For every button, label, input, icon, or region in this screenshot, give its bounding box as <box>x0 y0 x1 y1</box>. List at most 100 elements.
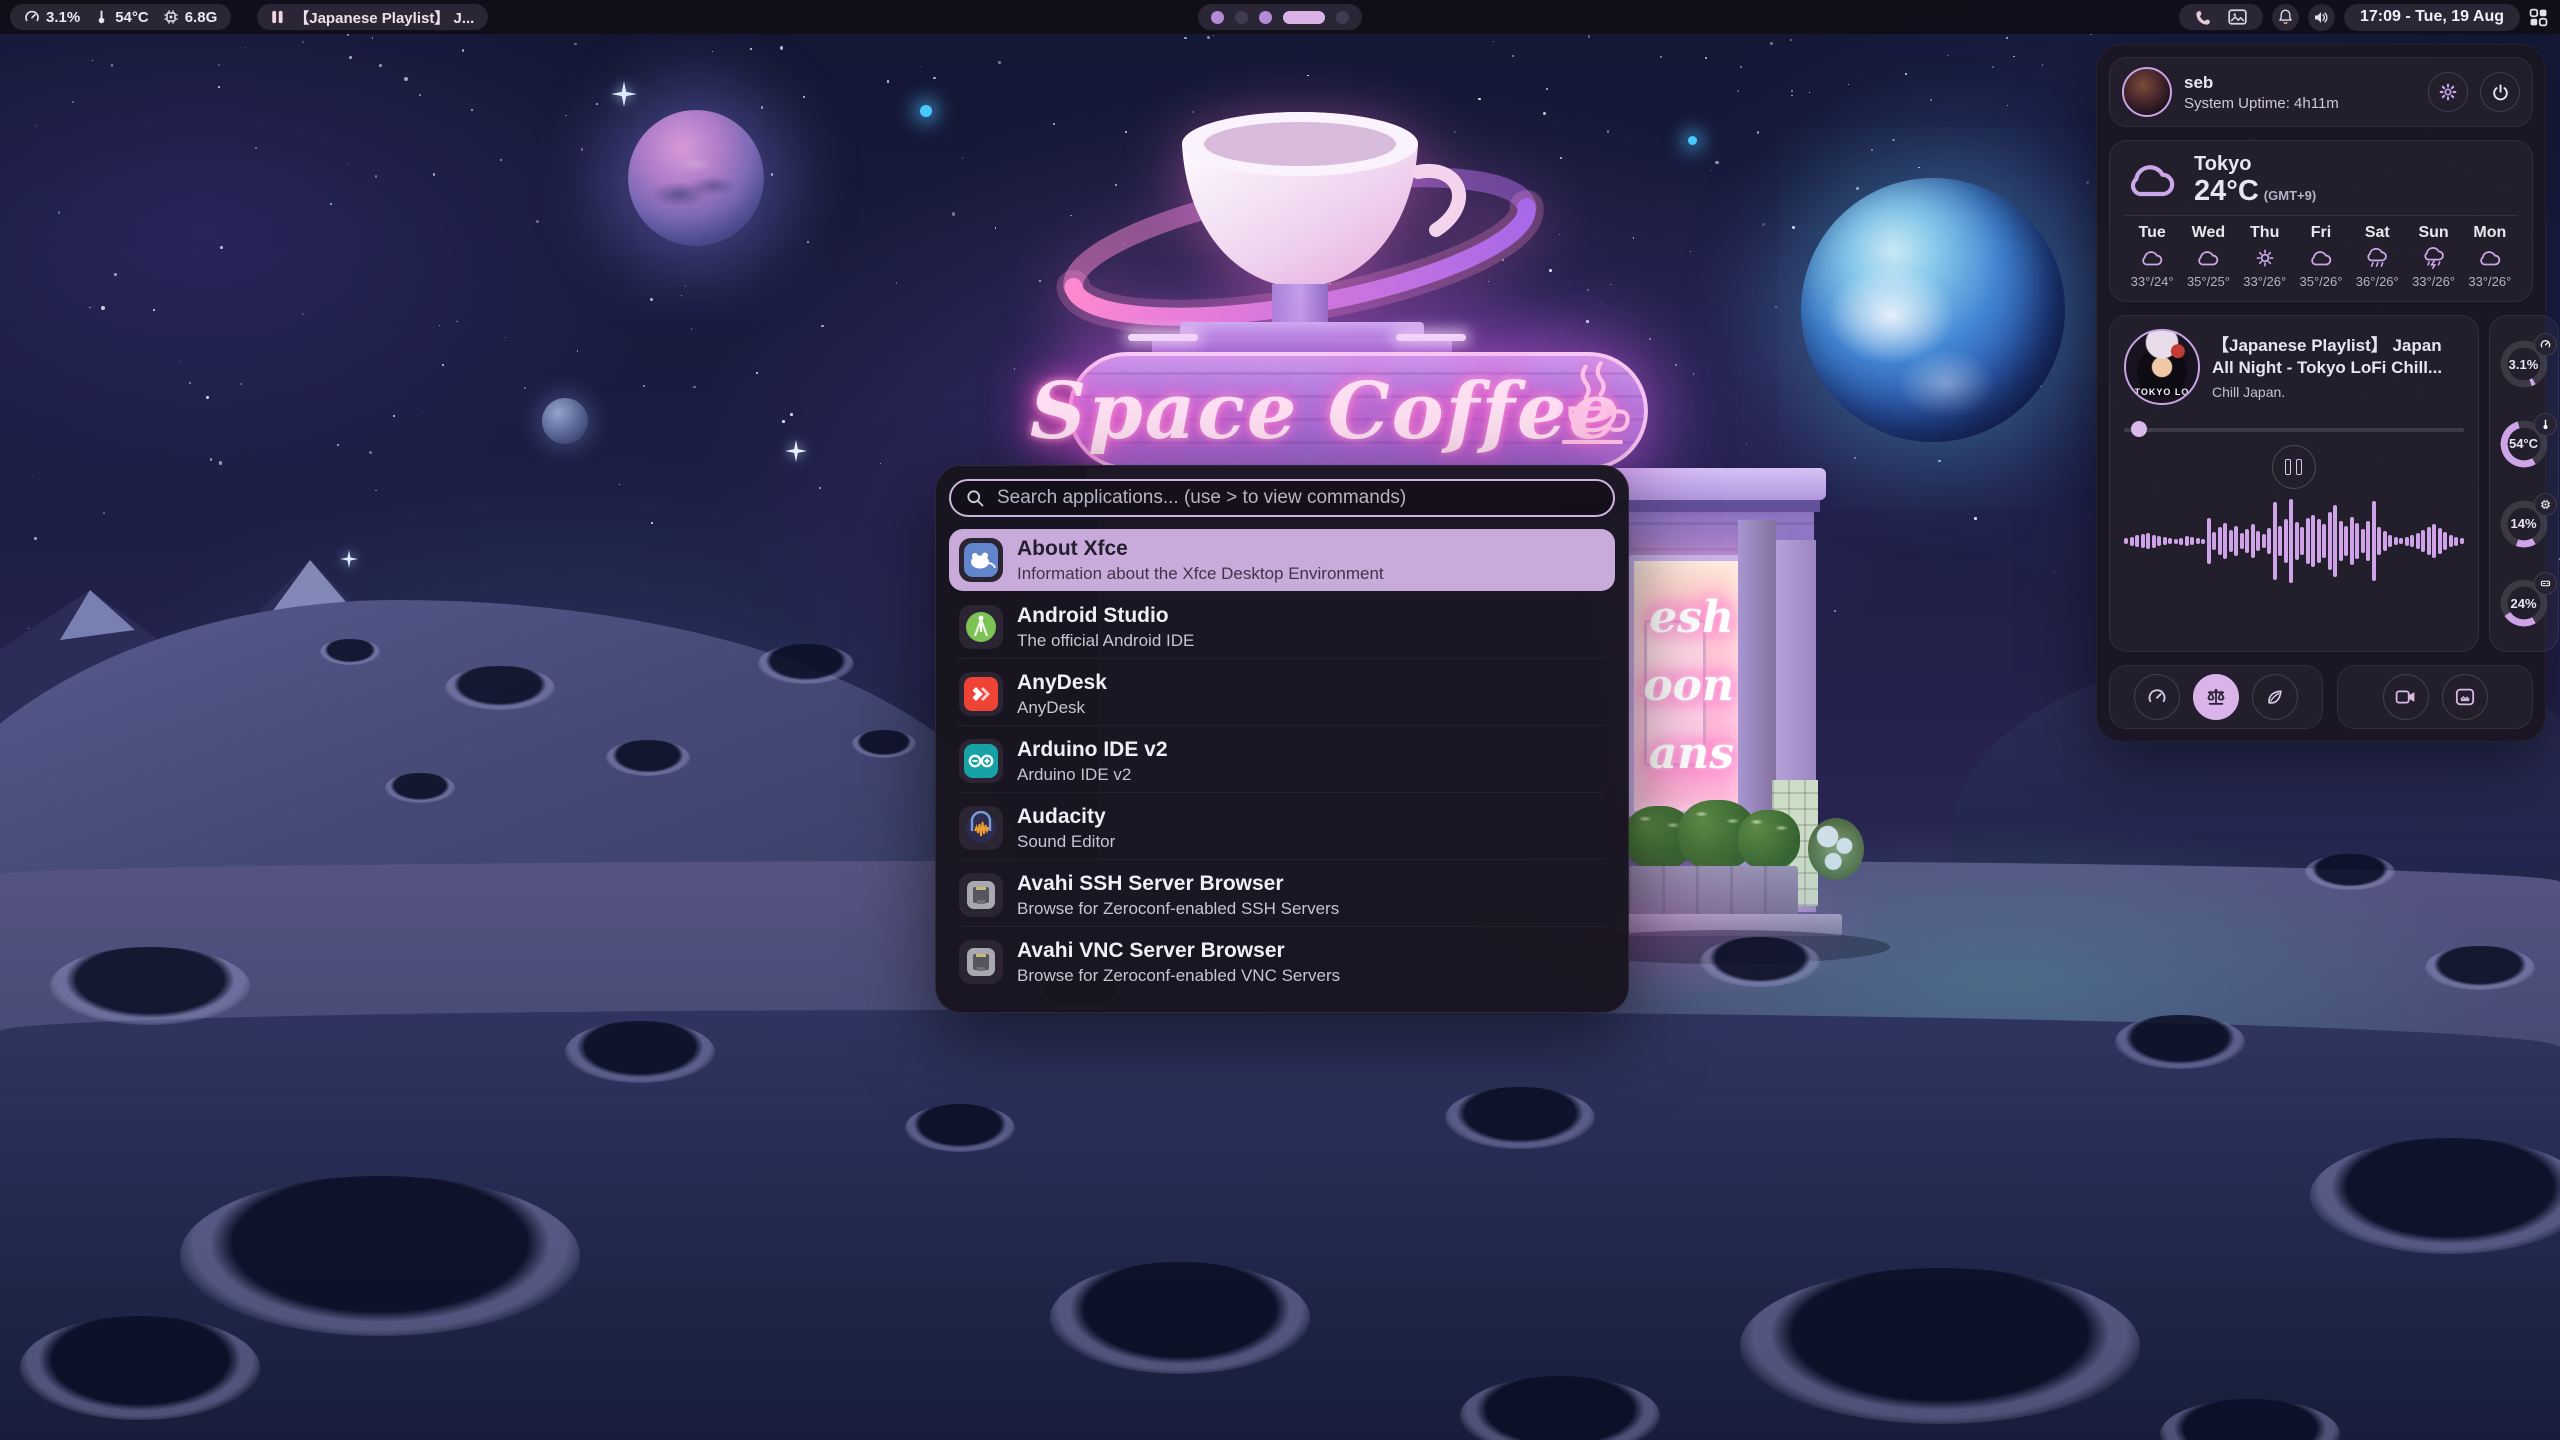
visualizer-bar <box>2229 530 2233 552</box>
visualizer-bar <box>2168 538 2172 544</box>
visualizer-bar <box>2460 538 2464 544</box>
track-title: 【Japanese Playlist】 Japan All Night - To… <box>2212 335 2464 379</box>
scales-icon <box>2205 686 2227 708</box>
forecast-day: Wed 35°/25° <box>2180 224 2236 289</box>
visualizer-bar <box>2300 527 2304 555</box>
visualizer-bar <box>2317 519 2321 563</box>
volume-button[interactable] <box>2308 4 2335 31</box>
workspace-dot[interactable] <box>1235 11 1248 24</box>
crater <box>2160 1399 2340 1440</box>
pause-icon <box>2296 459 2302 475</box>
app-row-anydesk[interactable]: AnyDesk AnyDesk <box>949 663 1615 725</box>
app-row-avahi-vnc[interactable]: Avahi VNC Server Browser Browse for Zero… <box>949 931 1615 993</box>
desktop: Space Coffee esh oon ans 3.1% <box>0 0 2560 1440</box>
play-pause-button[interactable] <box>2272 445 2316 489</box>
now-playing-pill[interactable]: 【Japanese Playlist】 J... <box>257 4 488 30</box>
app-row-about-xfce[interactable]: About Xfce Information about the Xfce De… <box>949 529 1615 591</box>
visualizer-bar <box>2245 529 2249 553</box>
app-desc: Browse for Zeroconf-enabled SSH Servers <box>1017 898 1339 919</box>
topbar-right: 17:09 - Tue, 19 Aug <box>2179 4 2560 31</box>
crater <box>1740 1268 2140 1424</box>
crater <box>606 740 690 776</box>
visualizer-bar <box>2405 537 2409 546</box>
settings-button[interactable] <box>2428 72 2468 112</box>
crater <box>20 1316 260 1420</box>
seek-bar[interactable] <box>2124 421 2464 437</box>
bell-icon <box>2278 9 2293 25</box>
sun-icon <box>2252 247 2278 269</box>
weather-temp: 24°C <box>2194 176 2259 206</box>
visualizer-bar <box>2201 539 2205 544</box>
app-desc: Arduino IDE v2 <box>1017 764 1168 785</box>
workspace-dot[interactable] <box>1336 11 1349 24</box>
app-list: About Xfce Information about the Xfce De… <box>949 529 1615 993</box>
crater <box>385 773 455 803</box>
app-desc: AnyDesk <box>1017 697 1107 718</box>
balanced-button[interactable] <box>2193 674 2239 720</box>
visualizer-bar <box>2383 531 2387 551</box>
forecast-day: Thu 33°/26° <box>2237 224 2293 289</box>
app-name: Avahi VNC Server Browser <box>1017 938 1340 964</box>
workspace-dot[interactable] <box>1259 11 1272 24</box>
screenshot-icon <box>2455 688 2475 706</box>
app-desc: Information about the Xfce Desktop Envir… <box>1017 563 1384 584</box>
app-row-audacity[interactable]: Audacity Sound Editor <box>949 797 1615 859</box>
cpu-stat: 3.1% <box>24 9 80 26</box>
visualizer-bar <box>2179 538 2183 545</box>
app-name: Audacity <box>1017 804 1115 830</box>
app-row-avahi-ssh[interactable]: Avahi SSH Server Browser Browse for Zero… <box>949 864 1615 926</box>
seek-knob[interactable] <box>2131 421 2147 437</box>
audio-visualizer <box>2124 495 2464 587</box>
app-desc: Browse for Zeroconf-enabled VNC Servers <box>1017 965 1340 986</box>
top-bar: 3.1% 54°C 6.8G 【Japanese Playlist】 J... <box>0 0 2560 34</box>
app-row-arduino[interactable]: Arduino IDE v2 Arduino IDE v2 <box>949 730 1615 792</box>
crater <box>852 730 916 758</box>
crater <box>1445 1087 1595 1149</box>
app-launcher: About Xfce Information about the Xfce De… <box>935 465 1629 1013</box>
visualizer-bar <box>2251 524 2255 558</box>
visualizer-bar <box>2185 536 2189 546</box>
workspace-dot[interactable] <box>1283 11 1325 24</box>
visualizer-bar <box>2344 526 2348 556</box>
visualizer-bar <box>2366 521 2370 561</box>
app-desc: Sound Editor <box>1017 831 1115 852</box>
leaf-icon <box>2265 687 2285 707</box>
now-playing-text: 【Japanese Playlist】 J... <box>294 7 474 28</box>
power-profile-group <box>2109 665 2323 729</box>
clock[interactable]: 17:09 - Tue, 19 Aug <box>2344 4 2520 31</box>
visualizer-bar <box>2146 533 2150 549</box>
search-box[interactable] <box>949 479 1615 517</box>
rain-cloud-icon <box>2364 247 2390 269</box>
disk-gauge: 24% <box>2497 576 2551 630</box>
player-row: TOKYO LO 【Japanese Playlist】 Japan All N… <box>2109 315 2533 652</box>
powersave-button[interactable] <box>2252 674 2298 720</box>
visualizer-bar <box>2284 519 2288 563</box>
visualizer-bar <box>2135 535 2139 547</box>
app-name: Avahi SSH Server Browser <box>1017 871 1339 897</box>
app-desc: The official Android IDE <box>1017 630 1194 651</box>
screen-record-button[interactable] <box>2383 674 2429 720</box>
album-art: TOKYO LO <box>2124 329 2200 405</box>
workspace-dot[interactable] <box>1211 11 1224 24</box>
visualizer-bar <box>2262 534 2266 548</box>
search-input[interactable] <box>995 486 1599 510</box>
overview-grid-icon[interactable] <box>2529 8 2548 27</box>
notifications-button[interactable] <box>2272 4 2299 31</box>
weather-forecast: Tue 33°/24° Wed 35°/25° Thu 33°/26° Fri <box>2124 224 2518 289</box>
workspace-indicator[interactable] <box>1198 4 1362 30</box>
speedometer-icon <box>2534 333 2557 356</box>
power-button[interactable] <box>2480 72 2520 112</box>
visualizer-bar <box>2124 538 2128 544</box>
cloud-icon <box>2139 247 2165 269</box>
visualizer-bar <box>2174 539 2178 544</box>
performance-button[interactable] <box>2134 674 2180 720</box>
crater <box>445 666 555 710</box>
screenshot-button[interactable] <box>2442 674 2488 720</box>
wallpaper-icon[interactable] <box>2228 9 2247 25</box>
visualizer-bar <box>2416 533 2420 549</box>
app-row-android-studio[interactable]: Android Studio The official Android IDE <box>949 596 1615 658</box>
phone-icon[interactable] <box>2195 9 2212 26</box>
divider <box>2124 215 2518 216</box>
app-name: About Xfce <box>1017 536 1384 562</box>
app-name: AnyDesk <box>1017 670 1107 696</box>
